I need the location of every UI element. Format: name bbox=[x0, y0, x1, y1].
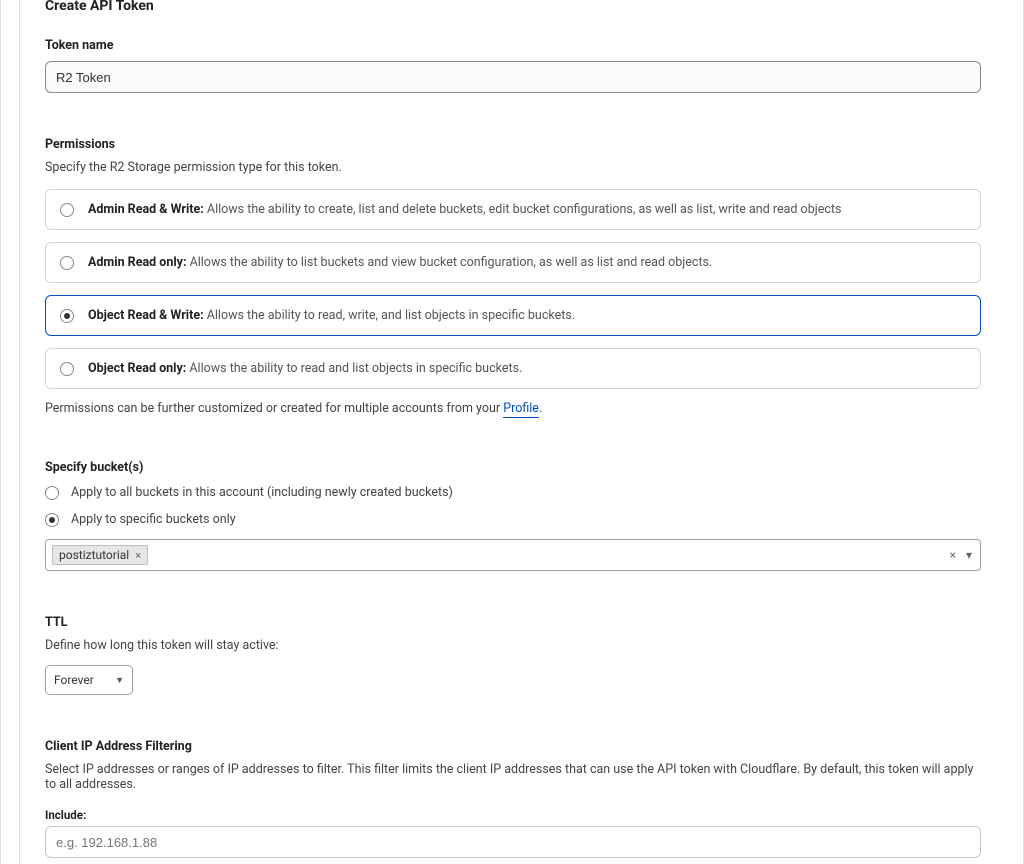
perm-option-object-rw[interactable]: Object Read & Write: Allows the ability … bbox=[45, 295, 981, 336]
radio-icon bbox=[60, 203, 74, 217]
radio-icon bbox=[60, 362, 74, 376]
bucket-option-specific[interactable]: Apply to specific buckets only bbox=[45, 512, 981, 527]
perm-option-text: Admin Read & Write: Allows the ability t… bbox=[88, 202, 841, 217]
perm-option-object-ro[interactable]: Object Read only: Allows the ability to … bbox=[45, 348, 981, 389]
radio-icon bbox=[60, 309, 74, 323]
ip-include-label: Include: bbox=[45, 808, 981, 822]
ip-filter-label: Client IP Address Filtering bbox=[45, 739, 981, 754]
ttl-value: Forever bbox=[54, 673, 94, 687]
bucket-chip-label: postiztutorial bbox=[59, 548, 129, 562]
perm-option-text: Object Read only: Allows the ability to … bbox=[88, 361, 522, 376]
bucket-chip[interactable]: postiztutorial × bbox=[52, 545, 148, 565]
bucket-option-specific-label: Apply to specific buckets only bbox=[71, 512, 236, 527]
perm-option-text: Object Read & Write: Allows the ability … bbox=[88, 308, 575, 323]
buckets-label: Specify bucket(s) bbox=[45, 460, 981, 475]
radio-icon bbox=[45, 513, 59, 527]
ip-filter-helper: Select IP addresses or ranges of IP addr… bbox=[45, 762, 981, 792]
permissions-helper: Specify the R2 Storage permission type f… bbox=[45, 160, 981, 175]
clear-all-icon[interactable]: × bbox=[950, 548, 956, 562]
profile-link[interactable]: Profile bbox=[503, 401, 539, 418]
perm-option-admin-rw[interactable]: Admin Read & Write: Allows the ability t… bbox=[45, 189, 981, 230]
token-name-label: Token name bbox=[45, 38, 981, 53]
bucket-option-all-label: Apply to all buckets in this account (in… bbox=[71, 485, 453, 500]
page-title: Create API Token bbox=[45, 0, 981, 14]
chip-remove-icon[interactable]: × bbox=[135, 549, 141, 562]
perm-option-text: Admin Read only: Allows the ability to l… bbox=[88, 255, 712, 270]
bucket-option-all[interactable]: Apply to all buckets in this account (in… bbox=[45, 485, 981, 500]
ttl-select[interactable]: Forever ▼ bbox=[45, 665, 133, 695]
chevron-down-icon[interactable]: ▾ bbox=[966, 548, 972, 562]
token-name-input[interactable] bbox=[45, 61, 981, 93]
permissions-note: Permissions can be further customized or… bbox=[45, 401, 981, 416]
permissions-label: Permissions bbox=[45, 137, 981, 152]
chevron-down-icon: ▼ bbox=[115, 675, 124, 686]
radio-icon bbox=[45, 486, 59, 500]
radio-icon bbox=[60, 256, 74, 270]
perm-option-admin-ro[interactable]: Admin Read only: Allows the ability to l… bbox=[45, 242, 981, 283]
ttl-helper: Define how long this token will stay act… bbox=[45, 638, 981, 653]
bucket-multiselect[interactable]: postiztutorial × × ▾ bbox=[45, 539, 981, 571]
ip-include-input[interactable] bbox=[45, 826, 981, 858]
ttl-label: TTL bbox=[45, 615, 981, 630]
